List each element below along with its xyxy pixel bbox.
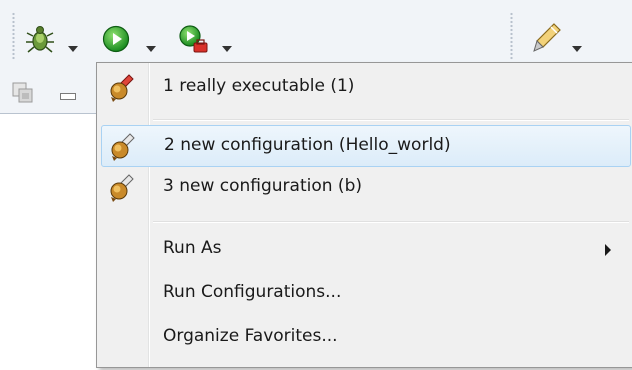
menu-item-run-as[interactable]: Run As — [101, 229, 631, 271]
menu-item-label: 2 new configuration (Hello_world) — [164, 135, 451, 155]
pen-dropdown-arrow[interactable] — [572, 37, 582, 56]
run-dropdown-menu: 1 really executable (1) 2 new configurat… — [96, 62, 632, 368]
menu-item-organize-favorites[interactable]: Organize Favorites... — [101, 317, 631, 359]
submenu-arrow-icon — [605, 244, 611, 256]
menu-item-favorite-1[interactable]: 1 really executable (1) — [101, 67, 631, 109]
pen-edit-icon[interactable] — [530, 22, 562, 58]
eclipse-window: 1 really executable (1) 2 new configurat… — [0, 0, 632, 370]
menu-item-label: Organize Favorites... — [163, 326, 338, 346]
toolbar-separator — [510, 12, 513, 60]
minimize-view-icon[interactable] — [60, 86, 76, 105]
run-tool-icon[interactable] — [178, 24, 210, 60]
tools-dropdown-arrow[interactable] — [222, 37, 232, 56]
run-dropdown-arrow[interactable] — [146, 37, 156, 56]
main-toolbar — [0, 0, 632, 70]
menu-item-label: Run As — [163, 238, 222, 258]
menu-divider — [153, 221, 629, 223]
toolbar-separator — [12, 12, 15, 60]
launch-config-icon — [108, 132, 138, 162]
view-body — [0, 114, 100, 370]
run-play-icon[interactable] — [102, 25, 130, 57]
menu-item-label: 3 new configuration (b) — [163, 176, 362, 196]
launch-config-red-icon — [107, 73, 137, 103]
debug-dropdown-arrow[interactable] — [68, 37, 78, 56]
view-toolbar — [0, 70, 100, 114]
restore-view-icon[interactable] — [12, 82, 34, 108]
launch-config-icon — [107, 173, 137, 203]
menu-item-favorite-2[interactable]: 2 new configuration (Hello_world) — [101, 125, 631, 167]
menu-item-run-configurations[interactable]: Run Configurations... — [101, 273, 631, 315]
debug-bug-icon[interactable] — [26, 24, 54, 58]
menu-item-label: Run Configurations... — [163, 282, 342, 302]
menu-item-favorite-3[interactable]: 3 new configuration (b) — [101, 167, 631, 209]
menu-divider — [153, 119, 629, 121]
menu-item-label: 1 really executable (1) — [163, 76, 355, 96]
